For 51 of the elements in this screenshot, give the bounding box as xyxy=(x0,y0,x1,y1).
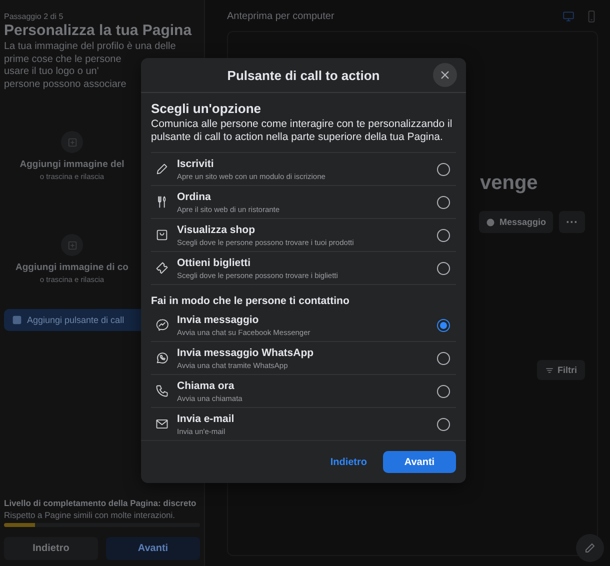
option-label: Iscriviti xyxy=(177,158,215,170)
radio-button[interactable] xyxy=(437,162,450,176)
page-name: venge xyxy=(480,172,538,195)
option-label: Ordina xyxy=(177,190,212,202)
message-button[interactable]: Messaggio xyxy=(479,211,553,233)
desktop-icon xyxy=(562,10,575,23)
shopping-bag-icon xyxy=(155,228,169,242)
description-line: La tua immagine del profilo è una delle xyxy=(4,41,176,54)
description-line: persone possono associare xyxy=(4,78,126,91)
option-label: Invia e-mail xyxy=(177,412,236,424)
back-link[interactable]: Indietro xyxy=(328,454,369,470)
edit-button[interactable] xyxy=(576,534,604,562)
back-button[interactable]: Indietro xyxy=(4,537,98,560)
completion-title: Livello di completamento della Pagina: discreto xyxy=(4,498,196,508)
radio-button[interactable] xyxy=(437,262,450,274)
next-button[interactable]: Avanti xyxy=(383,451,456,473)
step-indicator: Passaggio 2 di 5 xyxy=(4,12,64,21)
square-icon xyxy=(12,315,22,325)
radio-button[interactable] xyxy=(437,228,450,242)
close-button[interactable] xyxy=(433,63,457,87)
phone-icon xyxy=(155,384,169,398)
radio-button[interactable] xyxy=(437,318,450,332)
radio-button[interactable] xyxy=(437,418,450,430)
filter-icon xyxy=(544,366,554,374)
edit-icon xyxy=(584,542,596,554)
dialog-heading: Scegli un'opzione xyxy=(151,101,262,116)
upload-label[interactable]: Aggiungi immagine di co xyxy=(16,262,128,273)
dialog-description: Comunica alle persone come interagire con te personalizzando il pulsante di call to action nella parte superiore della tua Pagina. xyxy=(151,118,454,144)
option-label: Invia messaggio WhatsApp xyxy=(177,346,315,358)
description-line: usare il tuo logo o un' xyxy=(4,66,99,78)
ticket-icon xyxy=(155,261,169,275)
close-icon xyxy=(439,69,451,81)
mail-icon xyxy=(155,417,169,431)
more-button[interactable]: ··· xyxy=(559,211,585,233)
radio-button[interactable] xyxy=(437,384,450,398)
dialog-title: Pulsante di call to action xyxy=(227,68,380,82)
radio-button[interactable] xyxy=(437,352,450,364)
completion-subtitle: Rispetto a Pagine simili con molte interazioni. xyxy=(4,510,176,520)
upload-label[interactable]: Aggiungi immagine del xyxy=(20,159,124,170)
section-title: Fai in modo che le persone ti contattino xyxy=(151,295,350,307)
description-line: prime cose che le persone xyxy=(4,54,122,66)
option-label: Ottieni biglietti xyxy=(177,256,252,268)
preview-title: Anteprima per computer xyxy=(227,11,334,22)
panel-title: Personalizza la tua Pagina xyxy=(4,22,193,39)
whatsapp-icon xyxy=(155,351,169,365)
next-button[interactable]: Avanti xyxy=(106,537,200,560)
option-label: Visualizza shop xyxy=(177,224,256,236)
option-label: Chiama ora xyxy=(177,380,236,392)
pencil-icon xyxy=(155,162,169,176)
radio-button[interactable] xyxy=(437,196,450,208)
filter-button[interactable]: Filtri xyxy=(536,360,585,380)
